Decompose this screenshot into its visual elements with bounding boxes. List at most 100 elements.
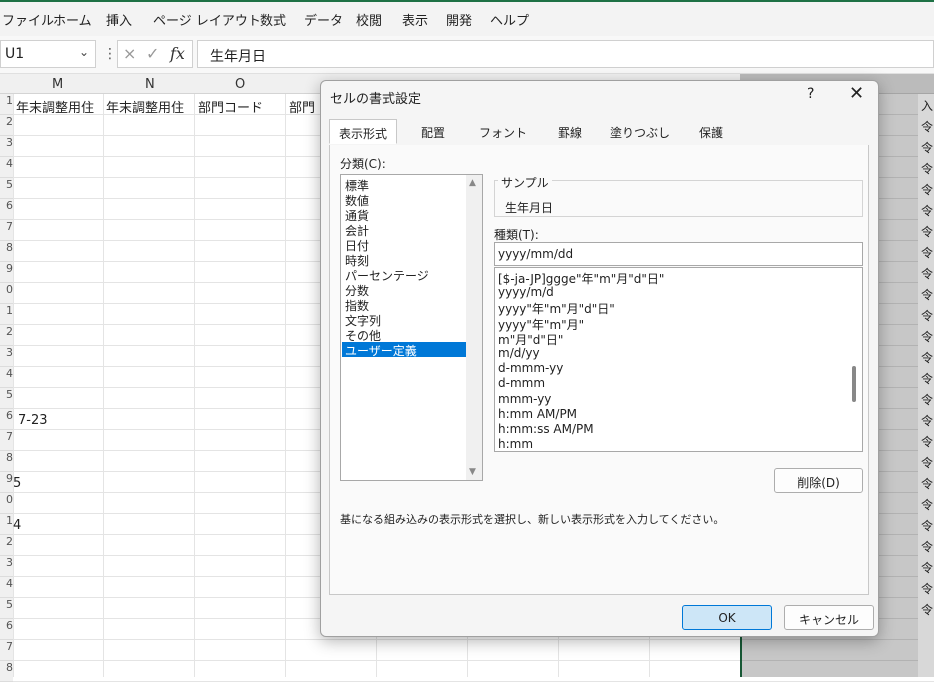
right-col-cell[interactable]: 令 bbox=[921, 181, 933, 198]
scroll-up-icon[interactable]: ▲ bbox=[469, 178, 476, 188]
cell-l21[interactable]: 4 bbox=[13, 518, 21, 533]
row-header[interactable]: 3 bbox=[0, 556, 13, 577]
row-header[interactable]: 0 bbox=[0, 493, 13, 514]
format-item[interactable]: d-mmm-yy bbox=[498, 361, 563, 375]
tab-developer[interactable]: 開発 bbox=[446, 10, 472, 29]
right-col-cell[interactable]: 令 bbox=[921, 391, 933, 408]
right-col-cell[interactable]: 令 bbox=[921, 160, 933, 177]
category-item[interactable]: その他 bbox=[342, 327, 466, 343]
tab-review[interactable]: 校閲 bbox=[356, 10, 382, 29]
right-col-cell[interactable]: 令 bbox=[921, 286, 933, 303]
insert-function-icon[interactable]: fx bbox=[170, 44, 185, 63]
right-col-cell[interactable]: 令 bbox=[921, 118, 933, 135]
right-col-cell[interactable]: 令 bbox=[921, 475, 933, 492]
help-icon[interactable]: ? bbox=[807, 86, 814, 102]
category-item[interactable]: 分数 bbox=[342, 282, 466, 298]
format-item[interactable]: h:mm:ss AM/PM bbox=[498, 422, 594, 436]
right-col-cell[interactable]: 令 bbox=[921, 139, 933, 156]
tab-file[interactable]: ファイル bbox=[2, 10, 54, 29]
right-col-cell[interactable]: 令 bbox=[921, 412, 933, 429]
tab-home[interactable]: ホーム bbox=[53, 10, 92, 29]
column-header-n[interactable]: N bbox=[145, 77, 155, 92]
category-item[interactable]: 通貨 bbox=[342, 207, 466, 223]
column-header-o[interactable]: O bbox=[235, 77, 245, 92]
format-item[interactable]: d-mmm bbox=[498, 376, 545, 390]
format-item[interactable]: m/d/yy bbox=[498, 346, 540, 360]
tab-formulas[interactable]: 数式 bbox=[260, 10, 286, 29]
row-header[interactable]: 7 bbox=[0, 220, 13, 241]
chevron-down-icon[interactable]: ⌄ bbox=[79, 45, 89, 59]
right-col-cell[interactable]: 令 bbox=[921, 265, 933, 282]
right-col-cell[interactable]: 令 bbox=[921, 202, 933, 219]
cell-l19[interactable]: 5 bbox=[13, 476, 21, 491]
category-item[interactable]: 文字列 bbox=[342, 312, 466, 328]
more-options-icon[interactable]: ⋮ bbox=[103, 46, 117, 62]
right-col-cell[interactable]: 令 bbox=[921, 433, 933, 450]
header-cell-p1[interactable]: 部門 bbox=[289, 97, 315, 116]
right-col-cell[interactable]: 令 bbox=[921, 349, 933, 366]
row-header[interactable]: 5 bbox=[0, 388, 13, 409]
tab-help[interactable]: ヘルプ bbox=[490, 10, 529, 29]
category-item[interactable]: パーセンテージ bbox=[342, 267, 466, 283]
ok-button[interactable]: OK bbox=[682, 605, 772, 630]
tab-fill[interactable]: 塗りつぶし bbox=[599, 119, 681, 144]
row-header[interactable]: 4 bbox=[0, 367, 13, 388]
tab-data[interactable]: データ bbox=[304, 10, 343, 29]
header-cell-n1[interactable]: 年末調整用住 bbox=[106, 97, 184, 116]
category-item[interactable]: 会計 bbox=[342, 222, 466, 238]
row-header[interactable]: 4 bbox=[0, 157, 13, 178]
row-header[interactable]: 6 bbox=[0, 619, 13, 640]
close-icon[interactable]: ✕ bbox=[849, 83, 864, 104]
delete-button[interactable]: 削除(D) bbox=[774, 468, 863, 493]
format-item[interactable]: yyyy/m/d bbox=[498, 285, 554, 299]
format-item[interactable]: h:mm AM/PM bbox=[498, 407, 577, 421]
row-header[interactable]: 1 bbox=[0, 304, 13, 325]
category-item[interactable]: 標準 bbox=[342, 177, 466, 193]
header-cell-m1[interactable]: 年末調整用住 bbox=[16, 97, 94, 116]
formula-input[interactable]: 生年月日 bbox=[197, 40, 934, 68]
tab-view[interactable]: 表示 bbox=[402, 10, 428, 29]
tab-insert[interactable]: 挿入 bbox=[106, 10, 132, 29]
row-header[interactable]: 0 bbox=[0, 283, 13, 304]
right-col-cell[interactable]: 令 bbox=[921, 538, 933, 555]
tab-border[interactable]: 罫線 bbox=[541, 119, 599, 144]
category-list[interactable]: ▲ ▼ 標準 数値 通貨 会計 日付 時刻 パーセンテージ 分数 指数 文字列 その他 ユーザー定義 bbox=[340, 174, 483, 481]
row-header[interactable]: 3 bbox=[0, 346, 13, 367]
row-header[interactable]: 9 bbox=[0, 262, 13, 283]
right-col-cell[interactable]: 令 bbox=[921, 244, 933, 261]
right-col-cell[interactable]: 令 bbox=[921, 517, 933, 534]
right-col-cell[interactable]: 令 bbox=[921, 223, 933, 240]
row-header[interactable]: 2 bbox=[0, 325, 13, 346]
right-col-cell[interactable]: 令 bbox=[921, 559, 933, 576]
header-cell-o1[interactable]: 部門コード bbox=[198, 97, 263, 116]
row-header[interactable]: 5 bbox=[0, 178, 13, 199]
format-item[interactable]: h:mm bbox=[498, 437, 533, 451]
right-col-cell[interactable]: 令 bbox=[921, 328, 933, 345]
cancel-button[interactable]: キャンセル bbox=[784, 605, 874, 630]
row-header[interactable]: 1 bbox=[0, 94, 13, 115]
scroll-down-icon[interactable]: ▼ bbox=[469, 467, 476, 477]
row-header[interactable]: 8 bbox=[0, 241, 13, 262]
row-header[interactable]: 6 bbox=[0, 409, 13, 430]
row-header[interactable]: 2 bbox=[0, 535, 13, 556]
category-item[interactable]: 数値 bbox=[342, 192, 466, 208]
category-item[interactable]: 日付 bbox=[342, 237, 466, 253]
category-scrollbar[interactable]: ▲ ▼ bbox=[466, 175, 482, 480]
tab-alignment[interactable]: 配置 bbox=[401, 119, 465, 144]
row-header[interactable]: 7 bbox=[0, 640, 13, 661]
right-col-cell[interactable]: 令 bbox=[921, 307, 933, 324]
row-header[interactable]: 4 bbox=[0, 577, 13, 598]
row-header[interactable]: 5 bbox=[0, 598, 13, 619]
enter-icon[interactable]: ✓ bbox=[146, 44, 159, 63]
cell-m16[interactable]: 7-23 bbox=[18, 413, 48, 428]
row-header[interactable]: 8 bbox=[0, 451, 13, 472]
name-box[interactable]: U1 ⌄ bbox=[0, 40, 96, 68]
format-list[interactable]: [$-ja-JP]ggge"年"m"月"d"日" yyyy/m/d yyyy"年"m… bbox=[494, 267, 863, 452]
row-header[interactable]: 1 bbox=[0, 514, 13, 535]
row-header[interactable]: 7 bbox=[0, 430, 13, 451]
row-header[interactable]: 3 bbox=[0, 136, 13, 157]
category-item[interactable]: 指数 bbox=[342, 297, 466, 313]
row-header[interactable]: 8 bbox=[0, 661, 13, 682]
cancel-icon[interactable]: × bbox=[123, 44, 136, 63]
right-col-cell[interactable]: 令 bbox=[921, 496, 933, 513]
